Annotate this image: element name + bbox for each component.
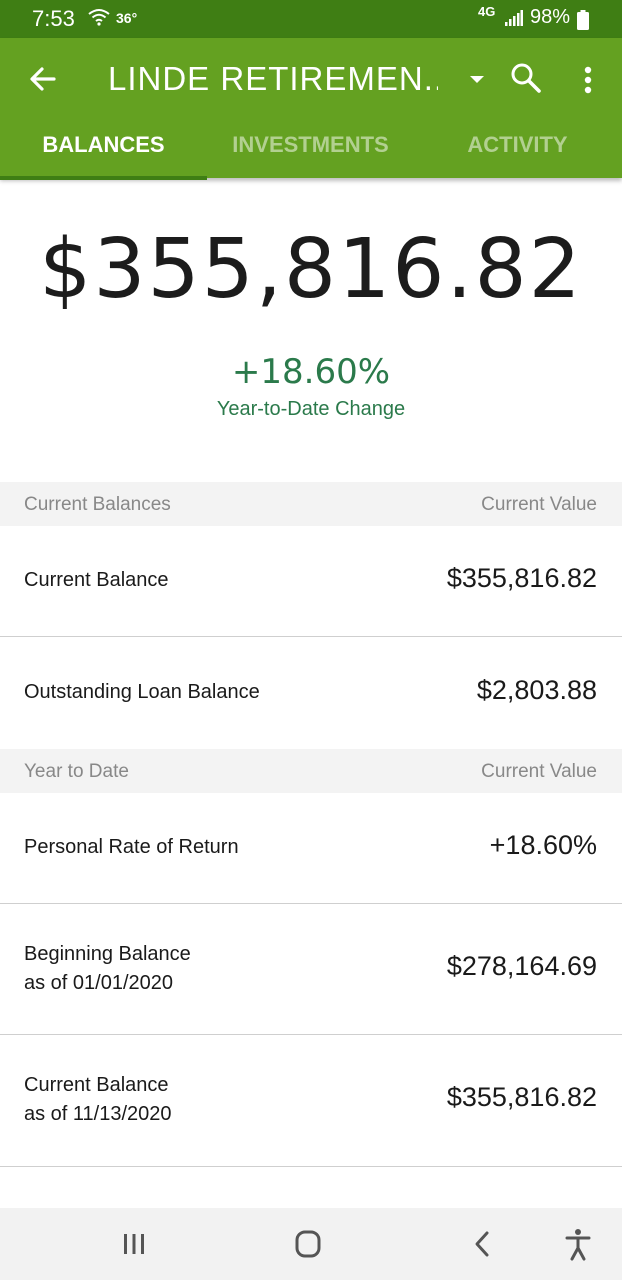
row-label: Current Balance [24, 569, 169, 591]
section-header-title: Year to Date [24, 761, 129, 782]
home-icon [295, 1230, 321, 1258]
accessibility-icon [565, 1229, 591, 1261]
tab-investments[interactable]: INVESTMENTS [207, 132, 414, 176]
balance-row-current-balance[interactable]: Current Balance $355,816.82 [0, 526, 622, 637]
row-value: +18.60% [489, 830, 597, 860]
battery-icon [577, 10, 589, 35]
more-vertical-icon [584, 66, 592, 94]
back-button[interactable] [26, 62, 60, 96]
ytd-row-personal-rate-of-return[interactable]: Personal Rate of Return +18.60% [0, 793, 622, 904]
status-bar: 7:53 36° 4G 98% [0, 0, 622, 38]
section-header-title: Current Balances [24, 494, 171, 515]
balance-row-outstanding-loan[interactable]: Outstanding Loan Balance $2,803.88 [0, 637, 622, 748]
arrow-left-icon [30, 67, 56, 91]
system-back-button[interactable] [462, 1226, 502, 1262]
status-temperature: 36° [116, 10, 138, 26]
row-label: Outstanding Loan Balance [24, 681, 260, 703]
section-header-current-balances: Current Balances Current Value [0, 482, 622, 526]
caret-down-icon [470, 76, 484, 83]
page-title: LINDE RETIREMEN... [108, 60, 438, 97]
status-network: 4G [478, 4, 496, 19]
search-button[interactable] [508, 60, 544, 96]
search-icon [511, 63, 541, 93]
recent-apps-button[interactable] [114, 1226, 154, 1262]
account-dropdown-button[interactable] [464, 68, 490, 90]
row-sublabel: as of 11/13/2020 [24, 1103, 172, 1125]
ytd-row-current-balance[interactable]: Current Balance as of 11/13/2020 $355,81… [0, 1035, 622, 1167]
row-label: Current Balance [24, 1074, 169, 1096]
system-nav-bar [0, 1208, 622, 1280]
row-sublabel: as of 01/01/2020 [24, 972, 174, 994]
ytd-row-beginning-balance[interactable]: Beginning Balance as of 01/01/2020 $278,… [0, 904, 622, 1035]
status-time: 7:53 [32, 6, 75, 31]
recent-apps-icon [124, 1234, 144, 1254]
section-header-column: Current Value [481, 761, 597, 782]
more-options-button[interactable] [576, 62, 600, 98]
signal-icon [505, 10, 523, 31]
section-header-column: Current Value [481, 494, 597, 515]
total-balance: $355,816.82 [39, 222, 583, 317]
accessibility-button[interactable] [558, 1226, 598, 1262]
section-header-year-to-date: Year to Date Current Value [0, 749, 622, 793]
home-button[interactable] [288, 1226, 328, 1262]
ytd-change-value: +18.60% [231, 352, 391, 392]
wifi-icon [88, 8, 110, 31]
row-value: $2,803.88 [476, 675, 597, 705]
tab-balances[interactable]: BALANCES [0, 132, 207, 176]
status-battery: 98% [530, 6, 571, 28]
row-value: $278,164.69 [446, 951, 597, 981]
row-label: Personal Rate of Return [24, 836, 239, 858]
row-value: $355,816.82 [446, 563, 597, 593]
active-tab-indicator [0, 176, 207, 180]
row-value: $355,816.82 [446, 1082, 597, 1112]
tab-activity[interactable]: ACTIVITY [414, 132, 621, 176]
chevron-left-icon [475, 1231, 489, 1257]
app-bar: LINDE RETIREMEN... BALANCES INVESTMENTS … [0, 38, 622, 180]
row-label: Beginning Balance [24, 943, 191, 965]
ytd-change-label: Year-to-Date Change [216, 398, 406, 420]
